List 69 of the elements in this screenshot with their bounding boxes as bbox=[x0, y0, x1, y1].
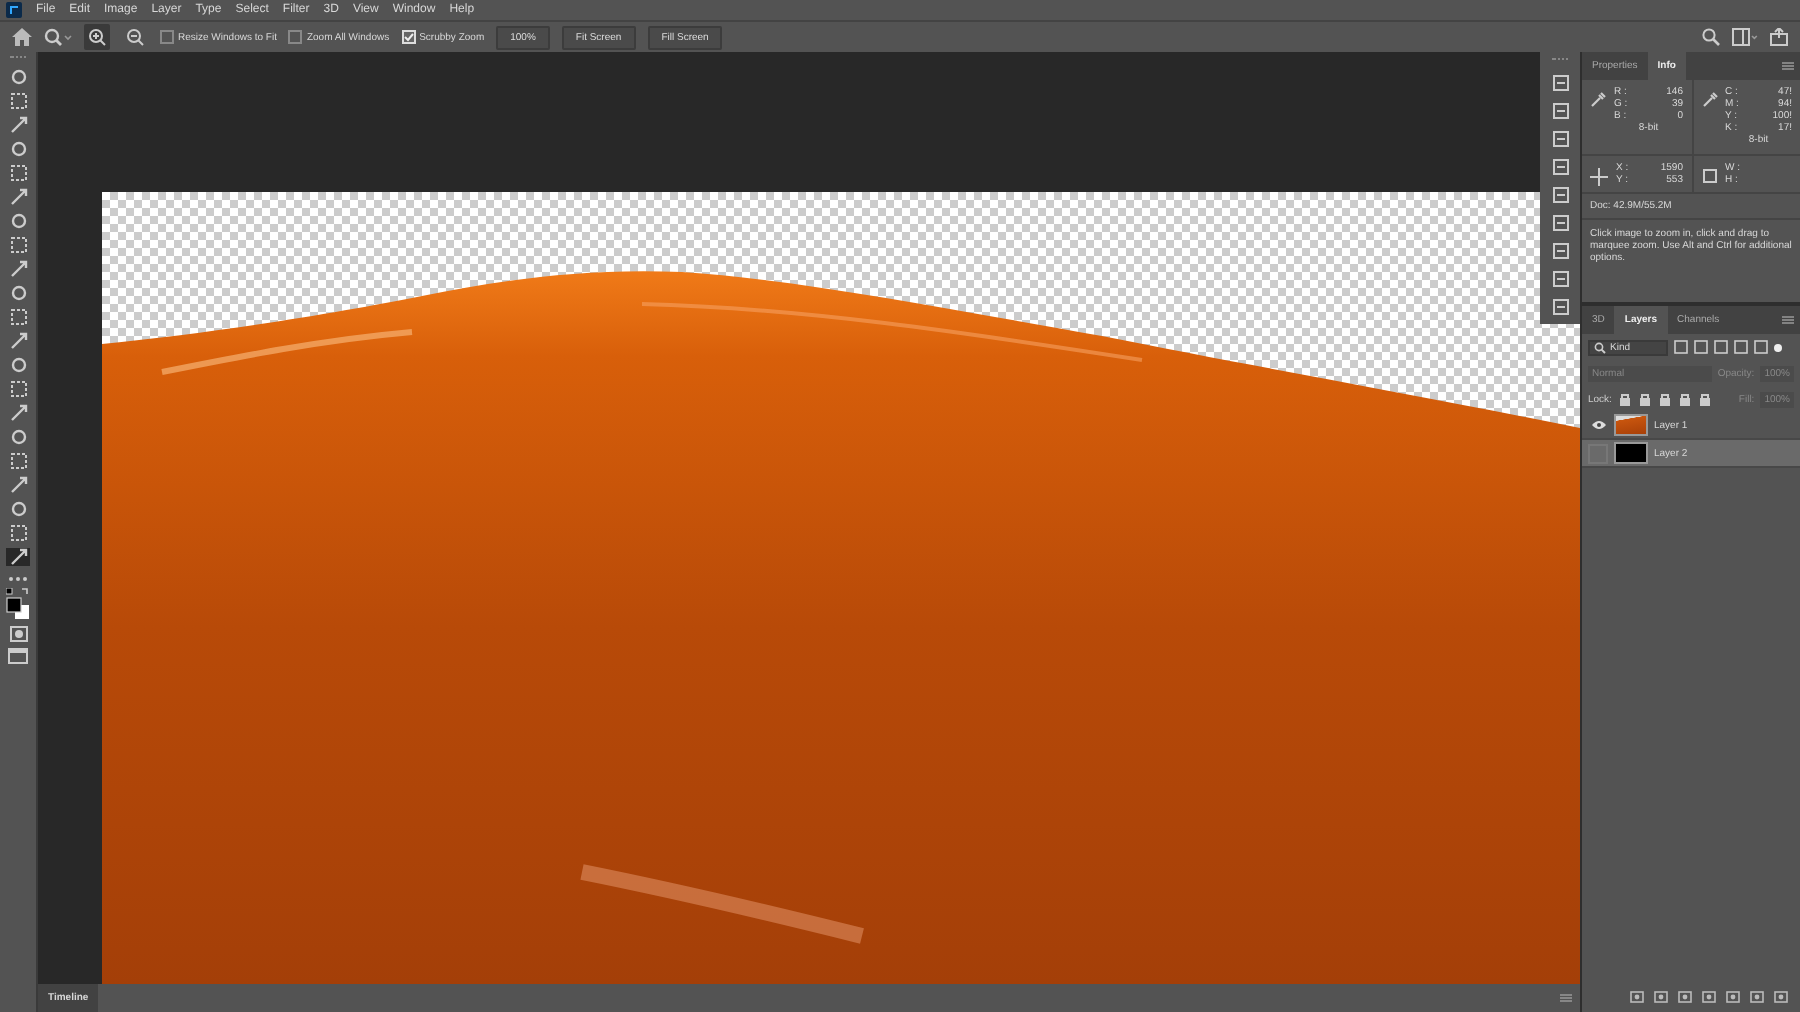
tool-button[interactable] bbox=[6, 308, 30, 326]
tool-button[interactable] bbox=[6, 404, 30, 422]
layer-action-icon[interactable] bbox=[1702, 990, 1716, 1004]
visibility-toggle[interactable] bbox=[1588, 415, 1608, 435]
selection-size-icon bbox=[1701, 168, 1717, 184]
zoom-icon[interactable] bbox=[44, 28, 72, 46]
lock-icon[interactable] bbox=[1637, 392, 1652, 406]
tool-button[interactable] bbox=[6, 236, 30, 254]
tool-button[interactable] bbox=[6, 356, 30, 374]
tool-button[interactable] bbox=[6, 92, 30, 110]
tool-button[interactable] bbox=[6, 68, 30, 86]
color-swatches-icon[interactable] bbox=[6, 588, 30, 620]
search-icon[interactable] bbox=[1702, 28, 1720, 46]
zoom-out-button[interactable] bbox=[122, 24, 148, 50]
layer-action-icon[interactable] bbox=[1774, 990, 1788, 1004]
layer-thumbnail bbox=[1614, 442, 1648, 464]
tool-button[interactable] bbox=[6, 548, 30, 566]
panel-icon[interactable] bbox=[1551, 270, 1569, 288]
tool-button[interactable] bbox=[6, 260, 30, 278]
panel-icon[interactable] bbox=[1551, 242, 1569, 260]
share-icon[interactable] bbox=[1770, 28, 1788, 46]
panel-icon[interactable] bbox=[1551, 298, 1569, 316]
workspace-icon[interactable] bbox=[1732, 28, 1758, 46]
eyedropper-icon bbox=[1590, 92, 1606, 108]
tool-button[interactable] bbox=[6, 284, 30, 302]
search-icon bbox=[1594, 341, 1606, 353]
panel-icon[interactable] bbox=[1551, 74, 1569, 92]
more-tools-icon[interactable] bbox=[8, 576, 28, 582]
layer-thumbnail bbox=[1614, 414, 1648, 436]
tool-button[interactable] bbox=[6, 140, 30, 158]
quick-mask-icon[interactable] bbox=[9, 626, 27, 642]
lock-icon[interactable] bbox=[1617, 392, 1632, 406]
layer-action-icon[interactable] bbox=[1630, 990, 1644, 1004]
tool-button[interactable] bbox=[6, 452, 30, 470]
panel-menu-icon[interactable] bbox=[1782, 62, 1794, 70]
filter-toggle[interactable] bbox=[1774, 343, 1782, 351]
app-logo-icon[interactable] bbox=[6, 2, 22, 18]
layer-action-icon[interactable] bbox=[1678, 990, 1692, 1004]
tool-button[interactable] bbox=[6, 212, 30, 230]
panel-menu-icon[interactable] bbox=[1782, 316, 1794, 324]
tool-button[interactable] bbox=[6, 524, 30, 542]
tool-button[interactable] bbox=[6, 428, 30, 446]
tool-button[interactable] bbox=[6, 476, 30, 494]
crosshair-icon bbox=[1590, 168, 1608, 186]
zoom-in-button[interactable] bbox=[84, 24, 110, 50]
canvas-image[interactable] bbox=[102, 192, 1580, 984]
panel-icon[interactable] bbox=[1551, 214, 1569, 232]
panel-icon[interactable] bbox=[1551, 130, 1569, 148]
home-icon[interactable] bbox=[12, 28, 32, 46]
panel-icon[interactable] bbox=[1551, 102, 1569, 120]
eyedropper-icon bbox=[1701, 92, 1717, 108]
screen-mode-icon[interactable] bbox=[8, 648, 28, 664]
tool-button[interactable] bbox=[6, 164, 30, 182]
lock-icon[interactable] bbox=[1677, 392, 1692, 406]
tool-button[interactable] bbox=[6, 332, 30, 350]
checkbox[interactable] bbox=[160, 30, 174, 44]
visibility-toggle[interactable] bbox=[1588, 443, 1608, 463]
layer-action-icon[interactable] bbox=[1750, 990, 1764, 1004]
checkbox[interactable] bbox=[288, 30, 303, 44]
tool-button[interactable] bbox=[6, 380, 30, 398]
panel-icon[interactable] bbox=[1551, 158, 1569, 176]
lock-icon[interactable] bbox=[1657, 392, 1672, 406]
tool-button[interactable] bbox=[6, 188, 30, 206]
panel-icon[interactable] bbox=[1551, 186, 1569, 204]
tool-button[interactable] bbox=[6, 500, 30, 518]
lock-icon[interactable] bbox=[1697, 392, 1712, 406]
tool-button[interactable] bbox=[6, 116, 30, 134]
layer-action-icon[interactable] bbox=[1654, 990, 1668, 1004]
layer-action-icon[interactable] bbox=[1726, 990, 1740, 1004]
